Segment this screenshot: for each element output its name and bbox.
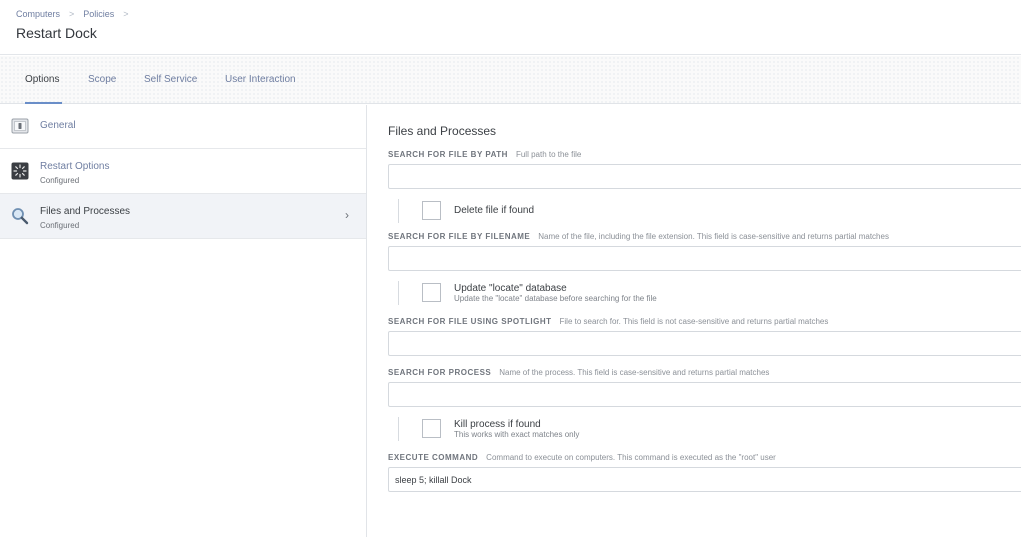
field-label-text: SEARCH FOR FILE BY PATH — [388, 150, 508, 159]
magnifier-icon — [11, 207, 29, 225]
sidebar-item-status: Configured — [40, 176, 80, 185]
restart-icon — [11, 162, 29, 180]
kill-process-checkbox[interactable] — [422, 419, 441, 438]
field-hint: Full path to the file — [515, 150, 582, 159]
spotlight-label: SEARCH FOR FILE USING SPOTLIGHT File to s… — [388, 317, 828, 326]
update-locate-description: Update the "locate" database before sear… — [454, 294, 657, 303]
active-tab-indicator — [25, 102, 62, 104]
sidebar-item-label: Files and Processes — [40, 206, 131, 217]
breadcrumb-computers[interactable]: Computers — [16, 9, 60, 19]
kill-process-label: Kill process if found — [454, 419, 541, 430]
tab-options[interactable]: Options — [25, 74, 59, 85]
sidebar-item-label: General — [40, 120, 76, 131]
field-label-text: EXECUTE COMMAND — [388, 453, 479, 462]
update-locate-label: Update "locate" database — [454, 283, 567, 294]
update-locate-checkbox[interactable] — [422, 283, 441, 302]
tab-scope[interactable]: Scope — [88, 74, 116, 85]
breadcrumb-policies[interactable]: Policies — [83, 9, 114, 19]
tab-user-interaction[interactable]: User Interaction — [225, 74, 296, 85]
field-label-text: SEARCH FOR PROCESS — [388, 368, 492, 377]
sidebar-item-status: Configured — [40, 221, 80, 230]
update-locate-row: Update "locate" database Update the "loc… — [398, 281, 798, 305]
process-input[interactable] — [388, 382, 1021, 407]
file-path-input[interactable] — [388, 164, 1021, 189]
tab-self-service[interactable]: Self Service — [144, 74, 197, 85]
field-hint: Name of the file, including the file ext… — [538, 232, 889, 241]
kill-process-description: This works with exact matches only — [454, 430, 580, 439]
field-label-text: SEARCH FOR FILE BY FILENAME — [388, 232, 531, 241]
delete-file-row: Delete file if found — [398, 199, 798, 223]
kill-process-row: Kill process if found This works with ex… — [398, 417, 798, 441]
execute-command-input[interactable] — [388, 467, 1021, 492]
breadcrumb: Computers > Policies > — [16, 9, 138, 19]
sidebar-item-label: Restart Options — [40, 161, 110, 172]
delete-file-label: Delete file if found — [454, 205, 535, 216]
filename-label: SEARCH FOR FILE BY FILENAME Name of the f… — [388, 232, 889, 241]
general-icon — [11, 117, 29, 135]
sidebar-item-general[interactable]: General — [0, 105, 366, 149]
sidebar-item-restart-options[interactable]: Restart Options Configured — [0, 149, 366, 194]
page-title: Restart Dock — [16, 25, 97, 41]
field-hint: File to search for. This field is not ca… — [559, 317, 829, 326]
filename-input[interactable] — [388, 246, 1021, 271]
breadcrumb-separator: > — [69, 9, 75, 19]
chevron-right-icon: › — [345, 208, 349, 222]
section-title: Files and Processes — [388, 124, 497, 138]
process-label: SEARCH FOR PROCESS Name of the process. T… — [388, 368, 769, 377]
breadcrumb-separator: > — [123, 9, 129, 19]
delete-file-checkbox[interactable] — [422, 201, 441, 220]
sidebar-item-files-and-processes[interactable]: Files and Processes Configured › — [0, 194, 366, 239]
page-header: Computers > Policies > Restart Dock — [0, 0, 1021, 55]
sidebar: General Restart Options Configured Files… — [0, 105, 367, 537]
file-path-label: SEARCH FOR FILE BY PATH Full path to the … — [388, 150, 581, 159]
field-hint: Command to execute on computers. This co… — [486, 453, 776, 462]
tab-bar: Options Scope Self Service User Interact… — [0, 56, 1021, 104]
execute-command-label: EXECUTE COMMAND Command to execute on com… — [388, 453, 776, 462]
field-label-text: SEARCH FOR FILE USING SPOTLIGHT — [388, 317, 552, 326]
spotlight-input[interactable] — [388, 331, 1021, 356]
field-hint: Name of the process. This field is case-… — [499, 368, 770, 377]
